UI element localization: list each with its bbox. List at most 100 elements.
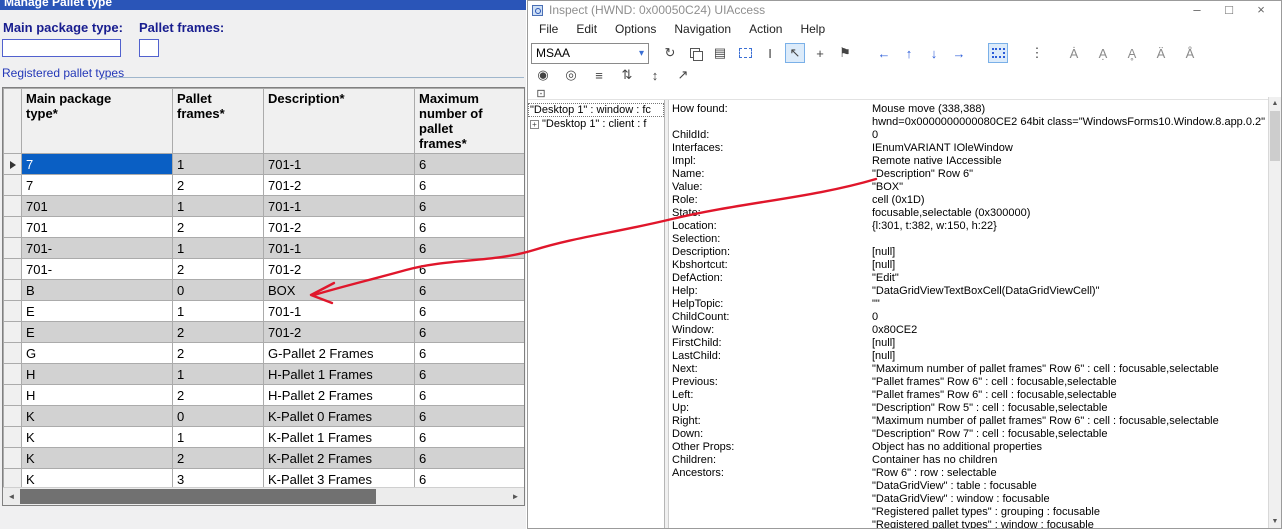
accessibility-check-icon[interactable]: Ä [1151, 43, 1171, 63]
row-header[interactable] [3, 237, 22, 259]
scroll-down-icon[interactable]: ▼ [1269, 515, 1281, 528]
cell-main-package-type[interactable]: G [21, 342, 173, 364]
col-header-max-frames[interactable]: Maximum number of pallet frames* [414, 88, 524, 154]
row-header[interactable] [3, 447, 22, 469]
col-header-description[interactable]: Description* [263, 88, 415, 154]
cell-max-frames[interactable]: 6 [414, 447, 524, 469]
grid-row[interactable]: K 0 K-Pallet 0 Frames 6 [3, 405, 524, 427]
cell-main-package-type[interactable]: E [21, 300, 173, 322]
mode-combobox[interactable]: MSAA ▾ [531, 42, 649, 64]
cell-main-package-type[interactable]: 701- [21, 237, 173, 259]
row-header[interactable] [3, 174, 22, 196]
cell-main-package-type[interactable]: 701 [21, 195, 173, 217]
cell-max-frames[interactable]: 6 [414, 195, 524, 217]
cell-pallet-frames[interactable]: 2 [172, 216, 264, 238]
cell-max-frames[interactable]: 6 [414, 363, 524, 385]
cell-pallet-frames[interactable]: 2 [172, 342, 264, 364]
cell-pallet-frames[interactable]: 1 [172, 237, 264, 259]
refresh-icon[interactable]: ↻ [660, 43, 680, 63]
cell-main-package-type[interactable]: K [21, 426, 173, 448]
row-header[interactable] [3, 384, 22, 406]
watch-focus-icon[interactable]: ◎ [561, 65, 581, 85]
grid-corner-header[interactable] [3, 88, 22, 154]
cell-max-frames[interactable]: 6 [414, 384, 524, 406]
text-cursor-icon[interactable]: I [760, 43, 780, 63]
properties-icon[interactable]: ▤ [710, 43, 730, 63]
crosshair-icon[interactable]: + [810, 43, 830, 63]
cell-max-frames[interactable]: 6 [414, 300, 524, 322]
grid-row[interactable]: H 1 H-Pallet 1 Frames 6 [3, 363, 524, 385]
cell-pallet-frames[interactable]: 1 [172, 153, 264, 175]
watch-cursor-icon[interactable]: ◉ [533, 65, 553, 85]
cell-max-frames[interactable]: 6 [414, 237, 524, 259]
cell-main-package-type[interactable]: B [21, 279, 173, 301]
cell-description[interactable]: H-Pallet 2 Frames [263, 384, 415, 406]
row-header[interactable] [3, 426, 22, 448]
grid-row[interactable]: 701 1 701-1 6 [3, 195, 524, 217]
cell-description[interactable]: H-Pallet 1 Frames [263, 363, 415, 385]
cell-description[interactable]: 701-2 [263, 321, 415, 343]
row-header[interactable] [3, 321, 22, 343]
cell-max-frames[interactable]: 6 [414, 405, 524, 427]
row-header[interactable] [3, 363, 22, 385]
cell-main-package-type[interactable]: K [21, 447, 173, 469]
menu-item[interactable]: Options [606, 20, 665, 38]
accessibility-check-icon[interactable]: Ạ [1093, 43, 1113, 63]
row-header[interactable] [3, 300, 22, 322]
cell-max-frames[interactable]: 6 [414, 342, 524, 364]
default-action-icon[interactable]: ⊡ [534, 86, 548, 100]
menu-item[interactable]: Navigation [665, 20, 740, 38]
pallet-frames-input[interactable] [139, 39, 159, 57]
cell-pallet-frames[interactable]: 1 [172, 195, 264, 217]
cell-main-package-type[interactable]: K [21, 405, 173, 427]
row-header[interactable] [3, 279, 22, 301]
grid-row[interactable]: E 2 701-2 6 [3, 321, 524, 343]
selection-rectangle-icon[interactable] [735, 43, 755, 63]
cell-main-package-type[interactable]: 7 [21, 153, 173, 175]
col-header-main-package-type[interactable]: Main package type* [21, 88, 173, 154]
cell-max-frames[interactable]: 6 [414, 153, 524, 175]
nav-left-icon[interactable]: ← [874, 43, 894, 63]
nav-right-icon[interactable]: → [949, 43, 969, 63]
cell-description[interactable]: 701-1 [263, 195, 415, 217]
cell-pallet-frames[interactable]: 2 [172, 384, 264, 406]
cell-description[interactable]: BOX [263, 279, 415, 301]
expand-icon[interactable]: + [530, 119, 539, 129]
cell-description[interactable]: K-Pallet 0 Frames [263, 405, 415, 427]
vscrollbar-thumb[interactable] [1270, 111, 1280, 161]
cell-description[interactable]: 701-1 [263, 237, 415, 259]
cell-pallet-frames[interactable]: 1 [172, 426, 264, 448]
cell-max-frames[interactable]: 6 [414, 279, 524, 301]
col-header-pallet-frames[interactable]: Pallet frames* [172, 88, 264, 154]
cell-main-package-type[interactable]: 7 [21, 174, 173, 196]
cell-description[interactable]: K-Pallet 2 Frames [263, 447, 415, 469]
grid-horizontal-scrollbar[interactable]: ◄ ► [3, 487, 524, 505]
close-button[interactable]: × [1245, 2, 1277, 18]
highlight-toggle-icon[interactable] [988, 43, 1008, 63]
row-header[interactable] [3, 153, 22, 175]
nav-up-icon[interactable]: ↑ [899, 43, 919, 63]
grid-row[interactable]: B 0 BOX 6 [3, 279, 524, 301]
grid-row[interactable]: 7 2 701-2 6 [3, 174, 524, 196]
scroll-left-icon[interactable]: ◄ [3, 488, 20, 505]
cell-pallet-frames[interactable]: 2 [172, 174, 264, 196]
grid-row[interactable]: 7 1 701-1 6 [3, 153, 524, 175]
accessibility-check-icon[interactable]: Ḁ [1122, 43, 1142, 63]
cell-max-frames[interactable]: 6 [414, 426, 524, 448]
cell-pallet-frames[interactable]: 2 [172, 321, 264, 343]
cell-description[interactable]: 701-1 [263, 153, 415, 175]
pallet-window-titlebar[interactable]: Manage Pallet type [0, 0, 526, 10]
cell-pallet-frames[interactable]: 1 [172, 363, 264, 385]
up-down-icon[interactable]: ↕ [645, 65, 665, 85]
nav-down-icon[interactable]: ↓ [924, 43, 944, 63]
properties-vertical-scrollbar[interactable]: ▲ ▼ [1268, 97, 1281, 528]
maximize-button[interactable]: □ [1213, 2, 1245, 18]
cell-max-frames[interactable]: 6 [414, 321, 524, 343]
grid-row[interactable]: H 2 H-Pallet 2 Frames 6 [3, 384, 524, 406]
cell-main-package-type[interactable]: 701- [21, 258, 173, 280]
row-header[interactable] [3, 258, 22, 280]
minimize-button[interactable]: – [1181, 2, 1213, 18]
options-dots-icon[interactable]: ⋮ [1027, 43, 1047, 63]
flag-icon[interactable]: ⚑ [835, 43, 855, 63]
cell-pallet-frames[interactable]: 0 [172, 405, 264, 427]
